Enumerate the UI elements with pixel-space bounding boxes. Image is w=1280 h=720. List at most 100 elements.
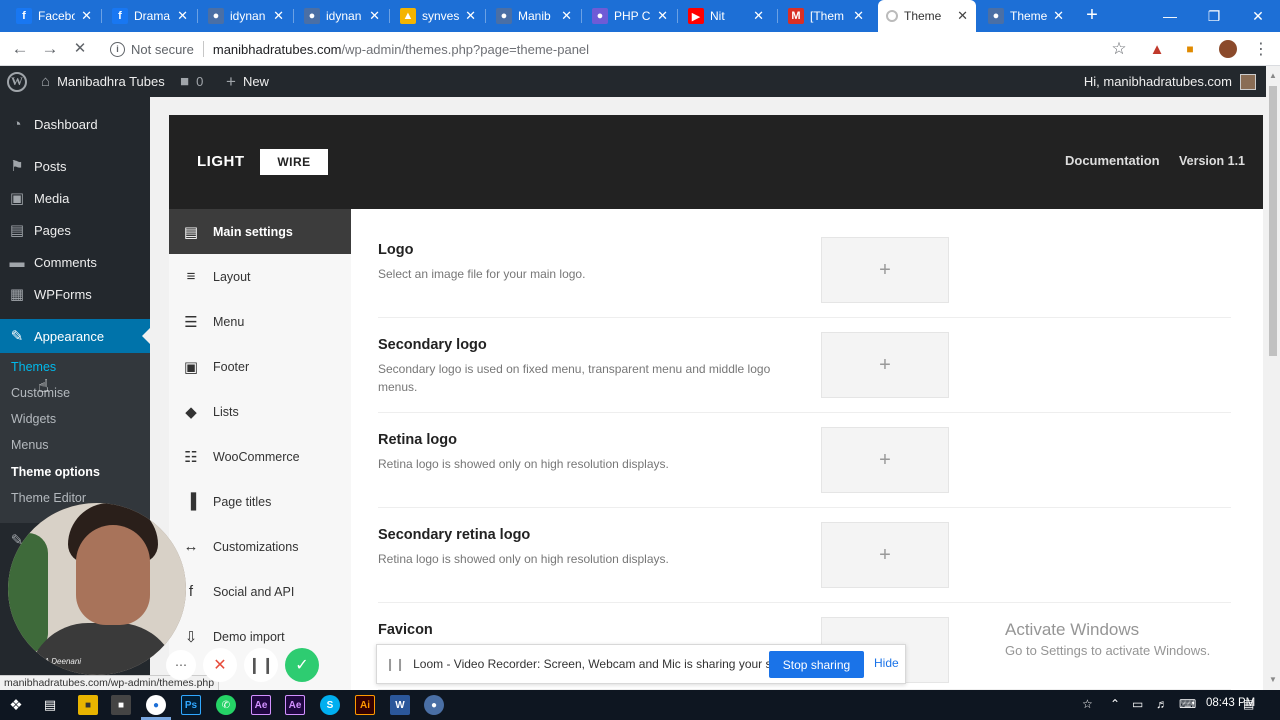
tab-close-icon[interactable]: ✕ — [853, 8, 864, 24]
minimize-button[interactable]: — — [1148, 0, 1192, 32]
loom-cancel-button[interactable]: ✕ — [203, 648, 237, 682]
maximize-button[interactable]: ❐ — [1192, 0, 1236, 32]
image-upload-button[interactable]: + — [821, 237, 949, 303]
hide-button[interactable]: Hide — [874, 656, 899, 670]
browser-tab[interactable]: f Drama ✕ — [104, 0, 196, 32]
image-upload-button[interactable]: + — [821, 522, 949, 588]
address-bar[interactable]: i Not secure manibhadratubes.com/wp-admi… — [102, 37, 1142, 61]
windows-start-icon[interactable]: ❖ — [6, 695, 26, 715]
tab-close-icon[interactable]: ✕ — [273, 8, 284, 24]
panel-nav-footer[interactable]: ▣ Footer — [169, 344, 351, 389]
show-hidden-icons[interactable]: ⌃ — [1110, 697, 1120, 711]
bookmark-star-icon[interactable]: ☆ — [1110, 39, 1128, 58]
extension-coupon-icon[interactable]: ■ — [1181, 40, 1199, 58]
photoshop-icon[interactable]: Ps — [181, 695, 201, 715]
tab-close-icon[interactable]: ✕ — [1053, 8, 1064, 24]
stop-sharing-button[interactable]: Stop sharing — [769, 651, 864, 678]
browser-tab[interactable]: M [Them ✕ — [780, 0, 872, 32]
browser-menu-icon[interactable]: ⋮ — [1252, 40, 1270, 58]
info-icon[interactable]: i — [110, 41, 125, 57]
tab-close-icon[interactable]: ✕ — [465, 8, 476, 24]
sidebar-item-pages[interactable]: ▤ Pages — [0, 213, 150, 247]
tab-close-icon[interactable]: ✕ — [369, 8, 380, 24]
chrome-taskbar-icon[interactable]: ● — [146, 695, 166, 715]
sidebar-item-posts[interactable]: ⚑ Posts — [0, 149, 150, 183]
browser-tab[interactable]: ● Theme ✕ — [980, 0, 1072, 32]
app-blue-icon[interactable]: ● — [424, 695, 444, 715]
panel-nav-layout[interactable]: ≡ Layout — [169, 254, 351, 299]
tab-close-icon[interactable]: ✕ — [561, 8, 572, 24]
loading-stop-icon[interactable]: ✕ — [70, 39, 90, 59]
skype-icon[interactable]: S — [320, 695, 340, 715]
new-tab-button[interactable]: + — [1082, 5, 1102, 25]
site-name-link[interactable]: ⌂ Manibadhra Tubes — [41, 66, 165, 97]
browser-tab[interactable]: ● idynan ✕ — [200, 0, 292, 32]
submenu-item-menus[interactable]: Menus — [11, 438, 49, 452]
comments-link[interactable]: ■ 0 — [180, 66, 203, 97]
browser-tab[interactable]: ● Manib ✕ — [488, 0, 580, 32]
after-effects-2-icon[interactable]: Ae — [285, 695, 305, 715]
browser-tab[interactable]: ▲ synves ✕ — [392, 0, 484, 32]
tab-close-icon[interactable]: ✕ — [753, 8, 764, 24]
illustrator-icon[interactable]: Ai — [355, 695, 375, 715]
sidebar-item-dashboard[interactable]: ◔ Dashboard — [0, 107, 150, 141]
plus-icon: + — [879, 353, 891, 376]
submenu-item-themes[interactable]: Themes — [11, 360, 56, 374]
panel-nav-page-titles[interactable]: ▐ Page titles — [169, 479, 351, 524]
volume-icon[interactable]: ♬ — [1156, 697, 1168, 711]
new-content-link[interactable]: + New — [226, 66, 269, 97]
word-icon[interactable]: W — [390, 695, 410, 715]
scroll-down-arrow-icon[interactable]: ▼ — [1269, 675, 1277, 684]
sidebar-item-comments[interactable]: ▬ Comments — [0, 245, 150, 279]
page-scrollbar[interactable]: ▲ ▼ — [1266, 66, 1280, 690]
tab-close-icon[interactable]: ✕ — [81, 8, 92, 24]
loom-pause-button[interactable]: ❙❙ — [244, 648, 278, 682]
image-upload-button[interactable]: + — [821, 427, 949, 493]
browser-tab[interactable]: ● idynan ✕ — [296, 0, 388, 32]
sidebar-item-appearance[interactable]: ✎ Appearance — [0, 319, 150, 353]
documentation-link[interactable]: Documentation — [1065, 153, 1160, 168]
panel-nav-menu[interactable]: ☰ Menu — [169, 299, 351, 344]
dashboard-icon: ◔ — [12, 115, 22, 133]
loom-more-button[interactable]: ⋯ — [166, 650, 196, 680]
panel-nav-main-settings[interactable]: ▤ Main settings — [169, 209, 351, 254]
extension-flame-icon[interactable]: ▲ — [1148, 40, 1166, 58]
panel-nav-woocommerce[interactable]: ☷ WooCommerce — [169, 434, 351, 479]
image-upload-button[interactable]: + — [821, 332, 949, 398]
tab-close-icon[interactable]: ✕ — [177, 8, 188, 24]
tab-close-icon[interactable]: ✕ — [957, 8, 968, 24]
media-icon: ▣ — [9, 190, 25, 207]
back-button[interactable]: ← — [10, 39, 30, 59]
panel-nav-social-and-api[interactable]: f Social and API — [169, 569, 351, 614]
browser-tab[interactable]: ● PHP C ✕ — [584, 0, 676, 32]
panel-nav-lists[interactable]: ◆ Lists — [169, 389, 351, 434]
browser-tab[interactable]: f Facebo ✕ — [8, 0, 100, 32]
task-view-icon[interactable]: ▤ — [40, 695, 60, 715]
battery-icon[interactable]: ▭ — [1132, 697, 1143, 711]
keyboard-language-icon[interactable]: ⌨ — [1179, 697, 1196, 711]
submenu-item-theme-options[interactable]: Theme options — [11, 465, 100, 479]
file-explorer-icon[interactable]: ■ — [78, 695, 98, 715]
forward-button[interactable]: → — [40, 39, 60, 59]
close-window-button[interactable]: ✕ — [1236, 0, 1280, 32]
whatsapp-icon[interactable]: ✆ — [216, 695, 236, 715]
wp-logo-button[interactable]: W — [7, 66, 27, 97]
people-icon[interactable]: ☆ — [1082, 697, 1093, 711]
loom-webcam-bubble[interactable]: A Deenani — [8, 503, 186, 675]
scroll-up-arrow-icon[interactable]: ▲ — [1269, 71, 1277, 80]
sidebar-item-media[interactable]: ▣ Media — [0, 181, 150, 215]
panel-nav-customizations[interactable]: ↔ Customizations — [169, 524, 351, 569]
browser-tab[interactable]: Theme ✕ — [878, 0, 976, 32]
store-icon[interactable]: ■ — [111, 695, 131, 715]
loom-finish-button[interactable]: ✓ — [285, 648, 319, 682]
notification-icon[interactable]: ▤ — [1243, 697, 1254, 711]
after-effects-icon[interactable]: Ae — [251, 695, 271, 715]
browser-tab[interactable]: ▶ Nit ✕ — [680, 0, 772, 32]
drag-handle-icon[interactable]: ❙❙ — [385, 657, 405, 671]
sidebar-item-wpforms[interactable]: ▦ WPForms — [0, 277, 150, 311]
my-account-link[interactable]: Hi, manibhadratubes.com — [1084, 66, 1256, 97]
tab-close-icon[interactable]: ✕ — [657, 8, 668, 24]
scrollbar-thumb[interactable] — [1269, 86, 1277, 356]
submenu-item-widgets[interactable]: Widgets — [11, 412, 56, 426]
profile-avatar[interactable] — [1219, 40, 1237, 58]
